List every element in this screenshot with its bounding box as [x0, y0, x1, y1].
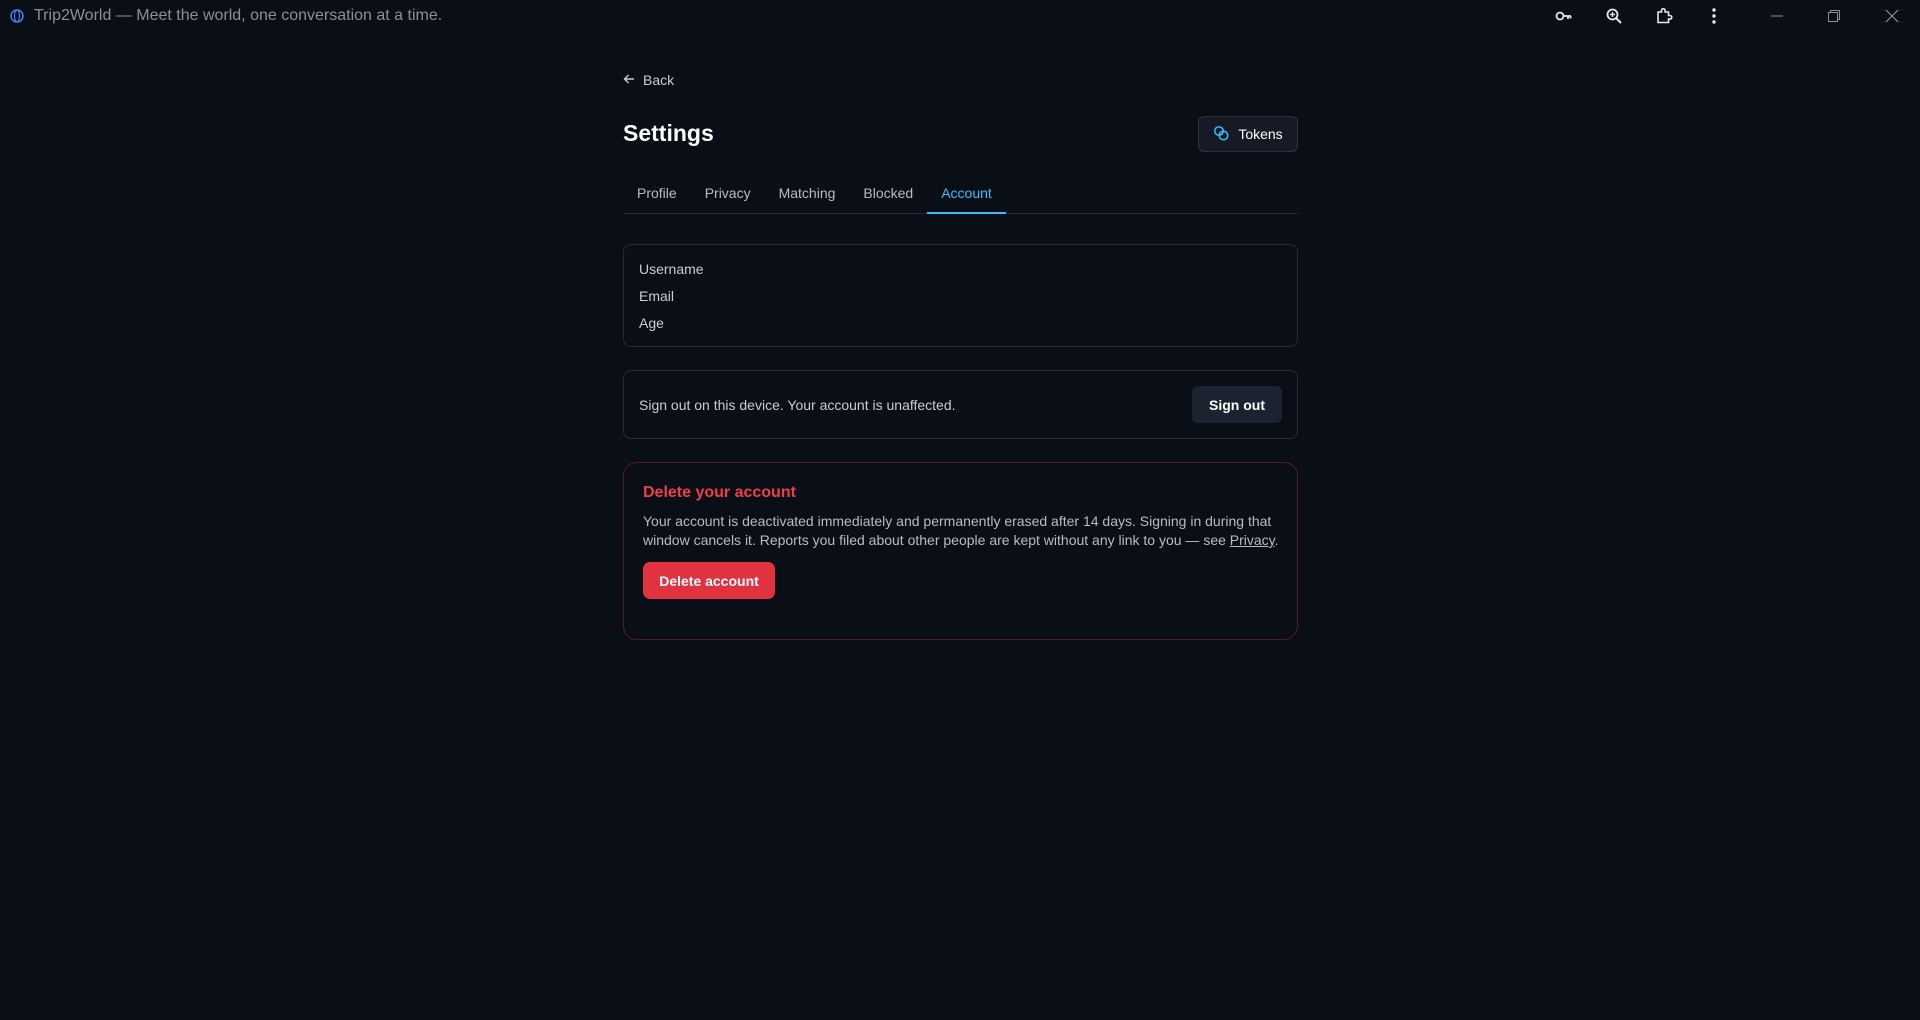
page-title: Settings [623, 120, 714, 146]
privacy-link[interactable]: Privacy [1230, 532, 1275, 548]
restore-icon[interactable] [1822, 4, 1846, 28]
delete-account-title: Delete your account [643, 484, 796, 501]
tokens-label: Tokens [1238, 126, 1283, 142]
tab-blocked[interactable]: Blocked [849, 180, 927, 214]
window-titlebar: Trip2World — Meet the world, one convers… [0, 0, 1920, 32]
tab-account[interactable]: Account [927, 180, 1006, 214]
tab-profile[interactable]: Profile [623, 180, 691, 214]
username-label: Username [639, 261, 704, 277]
back-label: Back [643, 72, 675, 88]
delete-text-before: Your account is deactivated immediately … [643, 513, 1272, 548]
tab-privacy[interactable]: Privacy [691, 180, 765, 214]
settings-tabs: Profile Privacy Matching Blocked Account [623, 180, 1298, 214]
coins-icon [1213, 125, 1229, 144]
tab-matching[interactable]: Matching [765, 180, 850, 214]
signout-card: Sign out on this device. Your account is… [623, 370, 1298, 439]
delete-account-description: Your account is deactivated immediately … [643, 512, 1283, 550]
delete-account-button[interactable]: Delete account [643, 562, 775, 599]
back-link[interactable]: Back [623, 70, 674, 90]
close-icon[interactable] [1880, 4, 1904, 28]
extensions-icon[interactable] [1652, 4, 1676, 28]
age-label: Age [639, 315, 664, 331]
delete-text-after: . [1274, 532, 1279, 548]
sign-out-button[interactable]: Sign out [1192, 386, 1282, 423]
arrow-left-icon [623, 72, 635, 88]
email-label: Email [639, 288, 675, 304]
signout-description: Sign out on this device. Your account is… [639, 396, 956, 413]
zoom-icon[interactable] [1602, 4, 1626, 28]
minimize-icon[interactable] [1765, 4, 1789, 28]
more-vert-icon[interactable] [1702, 4, 1726, 28]
window-title: Trip2World — Meet the world, one convers… [34, 7, 443, 24]
account-info-card: Username Email Age [623, 244, 1298, 347]
globe-icon [10, 9, 24, 23]
tokens-button[interactable]: Tokens [1198, 116, 1298, 152]
key-icon[interactable] [1552, 4, 1576, 28]
delete-account-card: Delete your account Your account is deac… [623, 462, 1298, 640]
